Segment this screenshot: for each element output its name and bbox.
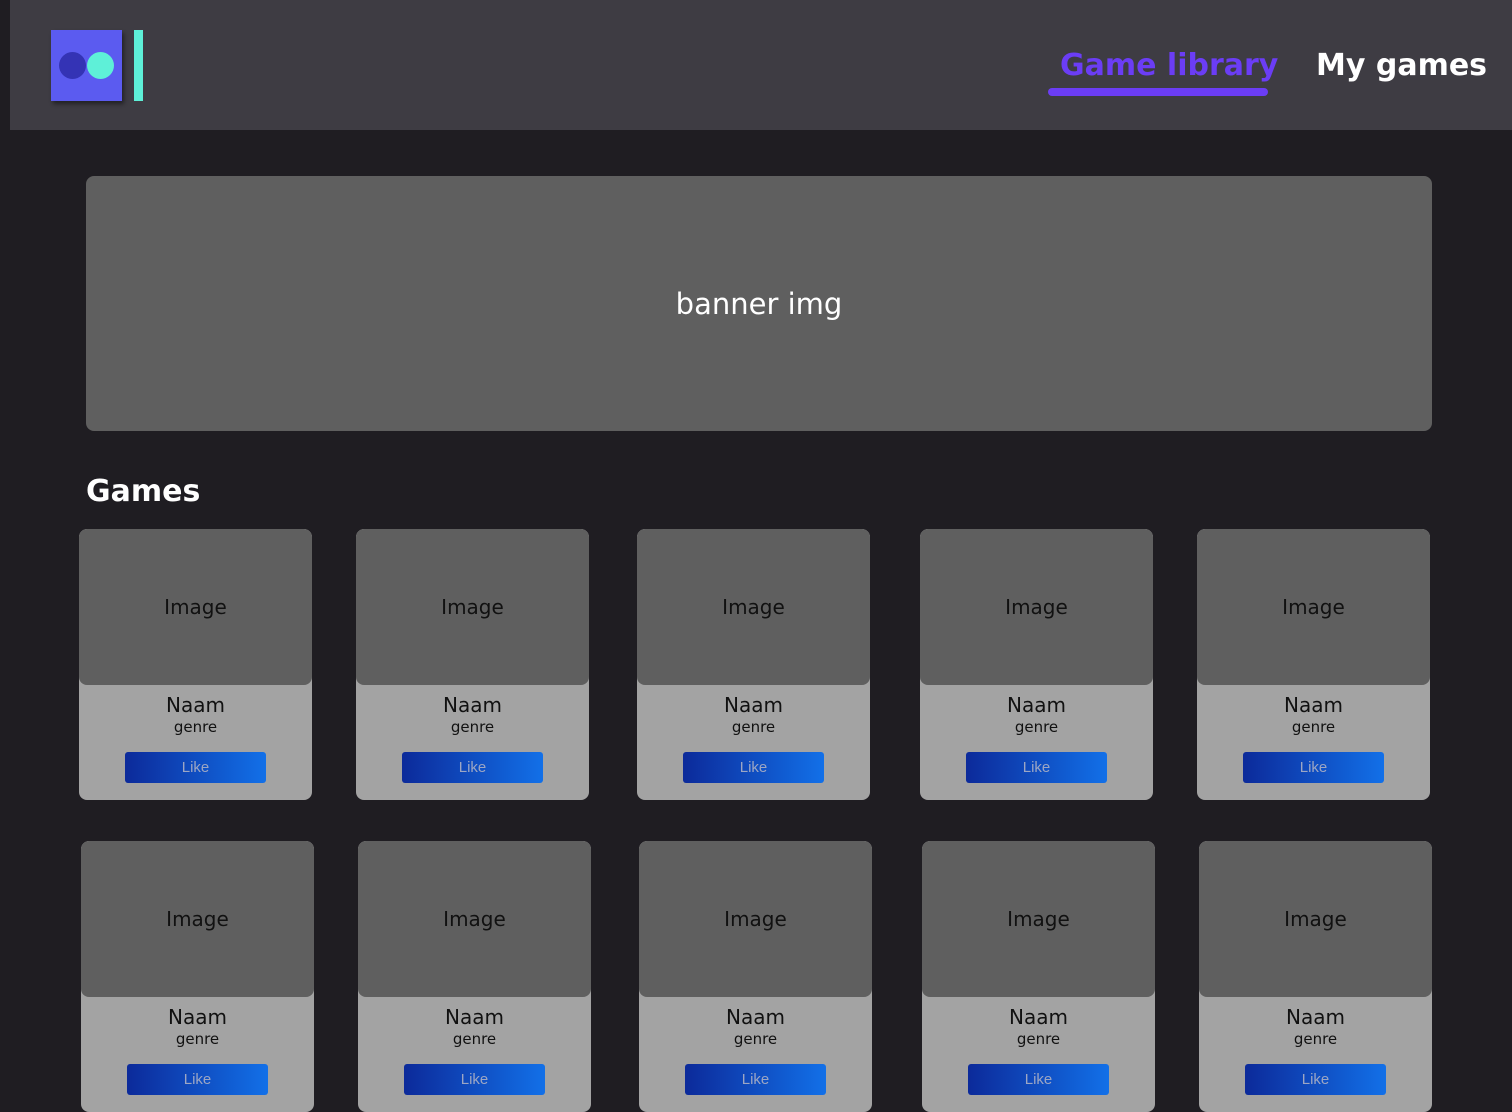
game-card[interactable]: Image Naam genre Like (637, 529, 870, 800)
game-card[interactable]: Image Naam genre Like (1199, 841, 1432, 1112)
game-image-placeholder: Image (358, 841, 591, 997)
game-name: Naam (443, 693, 502, 717)
game-image-placeholder: Image (1197, 529, 1430, 685)
game-image-label: Image (164, 595, 227, 619)
game-card[interactable]: Image Naam genre Like (1197, 529, 1430, 800)
banner-label: banner img (675, 286, 843, 321)
game-genre: genre (452, 1030, 497, 1048)
game-genre: genre (450, 718, 495, 736)
game-card[interactable]: Image Naam genre Like (639, 841, 872, 1112)
game-image-placeholder: Image (1199, 841, 1432, 997)
game-genre: genre (173, 718, 218, 736)
games-section-title: Games (86, 474, 201, 509)
like-button[interactable]: Like (402, 752, 543, 783)
game-image-label: Image (441, 595, 504, 619)
game-genre: genre (1016, 1030, 1061, 1048)
like-button[interactable]: Like (966, 752, 1107, 783)
game-image-placeholder: Image (637, 529, 870, 685)
like-button[interactable]: Like (1245, 1064, 1386, 1095)
game-image-label: Image (166, 907, 229, 931)
game-image-placeholder: Image (920, 529, 1153, 685)
like-button[interactable]: Like (404, 1064, 545, 1095)
game-name: Naam (168, 1005, 227, 1029)
nav-my-games[interactable]: My games (1316, 44, 1487, 88)
top-header: Game library My games (10, 0, 1512, 130)
game-image-placeholder: Image (922, 841, 1155, 997)
game-image-placeholder: Image (81, 841, 314, 997)
game-genre: genre (1291, 718, 1336, 736)
game-image-label: Image (1005, 595, 1068, 619)
game-image-label: Image (443, 907, 506, 931)
logo-dot-light (87, 52, 114, 79)
game-genre: genre (733, 1030, 778, 1048)
game-image-label: Image (1284, 907, 1347, 931)
like-button[interactable]: Like (968, 1064, 1109, 1095)
nav-active-underline (1048, 88, 1268, 96)
game-name: Naam (726, 1005, 785, 1029)
game-card[interactable]: Image Naam genre Like (922, 841, 1155, 1112)
like-button[interactable]: Like (125, 752, 266, 783)
game-name: Naam (1009, 1005, 1068, 1029)
game-image-label: Image (724, 907, 787, 931)
logo-dot-dark (59, 52, 86, 79)
game-genre: genre (175, 1030, 220, 1048)
game-name: Naam (166, 693, 225, 717)
game-image-label: Image (722, 595, 785, 619)
banner-image: banner img (86, 176, 1432, 431)
game-name: Naam (1284, 693, 1343, 717)
game-name: Naam (445, 1005, 504, 1029)
game-card[interactable]: Image Naam genre Like (356, 529, 589, 800)
game-card[interactable]: Image Naam genre Like (79, 529, 312, 800)
game-name: Naam (1007, 693, 1066, 717)
like-button[interactable]: Like (127, 1064, 268, 1095)
like-button[interactable]: Like (1243, 752, 1384, 783)
nav-game-library[interactable]: Game library (1060, 44, 1278, 88)
game-card[interactable]: Image Naam genre Like (920, 529, 1153, 800)
game-name: Naam (724, 693, 783, 717)
game-genre: genre (1014, 718, 1059, 736)
like-button[interactable]: Like (683, 752, 824, 783)
game-genre: genre (731, 718, 776, 736)
game-card[interactable]: Image Naam genre Like (81, 841, 314, 1112)
game-image-placeholder: Image (356, 529, 589, 685)
game-name: Naam (1286, 1005, 1345, 1029)
app-logo[interactable] (51, 30, 143, 102)
like-button[interactable]: Like (685, 1064, 826, 1095)
game-genre: genre (1293, 1030, 1338, 1048)
game-image-placeholder: Image (79, 529, 312, 685)
game-card[interactable]: Image Naam genre Like (358, 841, 591, 1112)
game-image-label: Image (1282, 595, 1345, 619)
logo-bar (134, 30, 143, 101)
game-image-label: Image (1007, 907, 1070, 931)
game-image-placeholder: Image (639, 841, 872, 997)
